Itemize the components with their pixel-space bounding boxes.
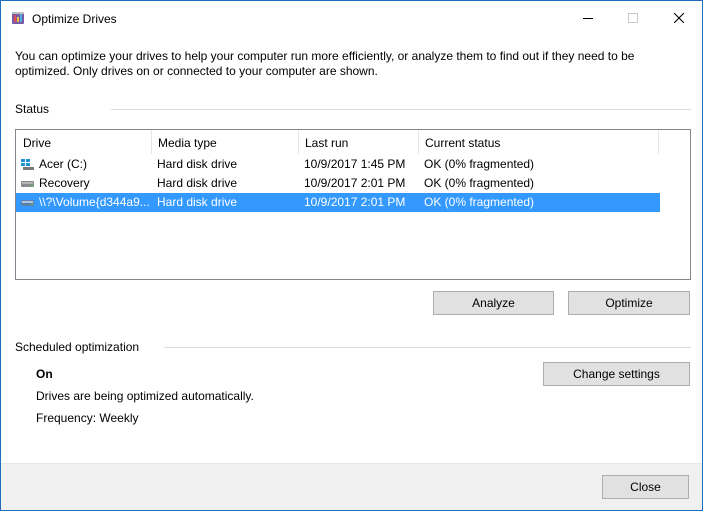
column-header-current-status[interactable]: Current status [418,130,658,154]
schedule-state: On [36,367,53,381]
media-type: Hard disk drive [157,195,238,209]
column-separator[interactable] [658,130,659,154]
schedule-frequency: Frequency: Weekly [36,411,139,425]
drive-name: Acer (C:) [39,157,87,171]
close-window-button[interactable] [656,1,702,35]
media-type: Hard disk drive [157,176,238,190]
current-status: OK (0% fragmented) [424,195,535,209]
current-status: OK (0% fragmented) [424,157,535,171]
hard-drive-icon [21,178,34,189]
window-title: Optimize Drives [32,12,117,26]
maximize-button [610,1,656,35]
drive-name: Recovery [39,176,90,190]
table-row-selected[interactable]: \\?\Volume{d344a9... Hard disk drive 10/… [16,193,660,212]
hard-drive-icon [21,197,34,208]
drive-name: \\?\Volume{d344a9... [39,195,150,209]
last-run: 10/9/2017 1:45 PM [304,157,406,171]
description-text: You can optimize your drives to help you… [15,49,635,78]
column-header-drive[interactable]: Drive [16,130,151,154]
optimize-drives-window: Optimize Drives You can optimize your dr… [0,0,703,511]
minimize-icon [583,18,593,19]
maximize-icon [628,13,638,23]
title-bar[interactable]: Optimize Drives [1,1,702,37]
scheduled-group-label: Scheduled optimization [15,340,140,354]
close-button[interactable]: Close [602,475,689,499]
windows-drive-icon [21,159,34,170]
table-row[interactable]: Acer (C:) Hard disk drive 10/9/2017 1:45… [16,155,660,174]
schedule-description: Drives are being optimized automatically… [36,389,254,403]
column-header-media-type[interactable]: Media type [151,130,298,154]
status-group-label: Status [15,102,50,116]
current-status: OK (0% fragmented) [424,176,535,190]
column-header-last-run[interactable]: Last run [298,130,418,154]
minimize-button[interactable] [565,1,611,35]
optimize-drives-icon [11,11,25,25]
table-row[interactable]: Recovery Hard disk drive 10/9/2017 2:01 … [16,174,660,193]
dialog-footer: Close [1,463,702,510]
status-divider [111,109,691,110]
analyze-button[interactable]: Analyze [433,291,554,315]
scheduled-divider [164,347,691,348]
drives-list[interactable]: Drive Media type Last run Current status… [15,129,691,280]
drives-list-header: Drive Media type Last run Current status [16,130,690,154]
close-icon [674,13,684,23]
optimize-button[interactable]: Optimize [568,291,690,315]
last-run: 10/9/2017 2:01 PM [304,176,406,190]
media-type: Hard disk drive [157,157,238,171]
last-run: 10/9/2017 2:01 PM [304,195,406,209]
change-settings-button[interactable]: Change settings [543,362,690,386]
